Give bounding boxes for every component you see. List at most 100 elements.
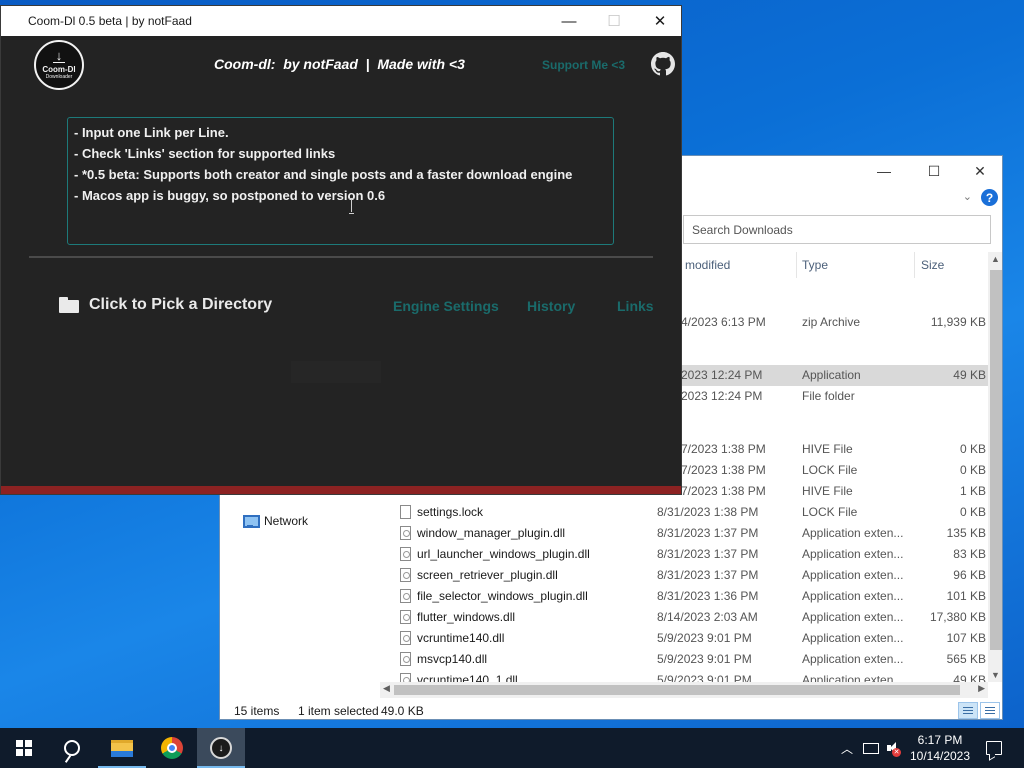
dll-file-icon	[400, 652, 411, 666]
status-bar: 15 items 1 item selected 49.0 KB	[220, 700, 1002, 719]
scroll-left-icon[interactable]: ◀	[383, 683, 390, 694]
file-explorer-taskbar-button[interactable]	[98, 728, 146, 768]
row-name: vcruntime140.dll	[417, 631, 505, 645]
search-input[interactable]: Search Downloads	[683, 215, 991, 244]
dll-file-icon	[400, 673, 411, 682]
app-titlebar[interactable]: Coom-Dl 0.5 beta | by notFaad — ☐ ✕	[1, 6, 681, 36]
table-row[interactable]: screen_retriever_plugin.dll 8/31/2023 1:…	[220, 565, 990, 586]
header-title: Coom-dl: by notFaad | Made with <3	[214, 56, 465, 72]
column-header-size[interactable]: Size	[921, 258, 944, 272]
vertical-scrollbar[interactable]: ▲ ▼	[988, 252, 1002, 682]
row-type: Application exten...	[802, 589, 904, 603]
table-row[interactable]: url_launcher_windows_plugin.dll 8/31/202…	[220, 544, 990, 565]
scrollbar-thumb[interactable]	[394, 685, 960, 695]
scroll-up-icon[interactable]: ▲	[991, 254, 1000, 264]
coom-dl-icon: ↓	[210, 737, 232, 759]
divider	[29, 256, 653, 258]
dll-file-icon	[400, 610, 411, 624]
scrollbar-thumb[interactable]	[990, 270, 1002, 650]
row-size: 0 KB	[959, 463, 986, 477]
minimize-button[interactable]: —	[546, 6, 592, 36]
column-header-modified[interactable]: modified	[685, 258, 730, 272]
ribbon-expand-icon[interactable]: ⌄	[963, 190, 972, 203]
row-date: 8/31/2023 1:37 PM	[657, 526, 759, 540]
row-name: screen_retriever_plugin.dll	[417, 568, 558, 582]
row-date: 8/14/2023 2:03 AM	[657, 610, 758, 624]
row-size: 49 KB	[953, 368, 986, 382]
table-row[interactable]: file_selector_windows_plugin.dll 8/31/20…	[220, 586, 990, 607]
row-type: Application exten...	[802, 652, 904, 666]
row-size: 1 KB	[959, 484, 986, 498]
github-icon[interactable]	[651, 52, 675, 76]
clock[interactable]: 6:17 PM 10/14/2023	[908, 732, 972, 764]
row-size: 0 KB	[959, 442, 986, 456]
explorer-minimize-button[interactable]: —	[861, 156, 907, 186]
maximize-button[interactable]: ☐	[591, 6, 637, 36]
table-row[interactable]: flutter_windows.dll 8/14/2023 2:03 AM Ap…	[220, 607, 990, 628]
window-title: Coom-Dl 0.5 beta | by notFaad	[28, 14, 192, 28]
large-icons-view-icon[interactable]	[980, 702, 1000, 719]
row-type: Application exten...	[802, 526, 904, 540]
explorer-close-button[interactable]: ✕	[957, 156, 1002, 186]
coom-dl-taskbar-button[interactable]: ↓	[197, 728, 245, 768]
search-button[interactable]	[48, 728, 96, 768]
table-row[interactable]: vcruntime140.dll 5/9/2023 9:01 PM Applic…	[220, 628, 990, 649]
support-me-link[interactable]: Support Me <3	[542, 58, 625, 72]
logo-subtext: Downloader	[45, 74, 73, 80]
status-item-count: 15 items	[234, 704, 280, 718]
close-button[interactable]: ✕	[637, 6, 681, 36]
row-size: 101 KB	[946, 589, 986, 603]
chrome-taskbar-button[interactable]	[148, 728, 196, 768]
network-tray-button[interactable]	[860, 728, 882, 768]
table-row[interactable]: msvcp140.dll 5/9/2023 9:01 PM Applicatio…	[220, 649, 990, 670]
hidden-button[interactable]	[291, 361, 381, 383]
row-type: LOCK File	[802, 505, 858, 519]
row-type: zip Archive	[802, 315, 861, 329]
network-tray-icon	[863, 742, 879, 754]
folder-icon	[59, 297, 79, 313]
horizontal-scrollbar[interactable]: ◀ ▶	[380, 682, 988, 698]
row-type: Application exten...	[802, 631, 904, 645]
row-name: vcruntime140_1.dll	[417, 673, 518, 682]
scroll-right-icon[interactable]: ▶	[978, 683, 985, 694]
row-name: flutter_windows.dll	[417, 610, 516, 624]
row-date: 5/9/2023 9:01 PM	[657, 652, 752, 666]
history-tab[interactable]: History	[527, 298, 575, 314]
row-date: 8/31/2023 1:38 PM	[657, 505, 759, 519]
chevron-up-icon: ︿	[840, 741, 853, 756]
links-tab[interactable]: Links	[617, 298, 654, 314]
row-name: file_selector_windows_plugin.dll	[417, 589, 588, 603]
explorer-maximize-button[interactable]: ☐	[911, 156, 957, 186]
details-view-icon[interactable]	[958, 702, 978, 719]
help-icon[interactable]: ?	[981, 189, 998, 206]
windows-icon	[16, 740, 32, 756]
column-header-type[interactable]: Type	[802, 258, 828, 272]
links-placeholder-line: - Macos app is buggy, so postponed to ve…	[74, 188, 386, 203]
links-textarea[interactable]: - Input one Link per Line. - Check 'Link…	[67, 117, 614, 245]
row-date: 7/2023 1:38 PM	[681, 442, 766, 456]
status-selection: 1 item selected	[298, 704, 379, 718]
links-placeholder-line: - Check 'Links' section for supported li…	[74, 146, 336, 161]
show-hidden-icons-button[interactable]: ︿	[838, 728, 856, 768]
engine-settings-tab[interactable]: Engine Settings	[393, 298, 499, 314]
row-date: 8/31/2023 1:37 PM	[657, 568, 759, 582]
dll-file-icon	[400, 631, 411, 645]
start-button[interactable]	[0, 728, 48, 768]
row-type: Application exten...	[802, 547, 904, 561]
table-row[interactable]: window_manager_plugin.dll 8/31/2023 1:37…	[220, 523, 990, 544]
row-name: msvcp140.dll	[417, 652, 488, 666]
notification-icon	[986, 741, 1002, 755]
row-date: 8/31/2023 1:37 PM	[657, 547, 759, 561]
row-name: url_launcher_windows_plugin.dll	[417, 547, 590, 561]
scroll-down-icon[interactable]: ▼	[991, 670, 1000, 680]
dll-file-icon	[400, 568, 411, 582]
row-type: Application exten...	[802, 568, 904, 582]
pick-directory-button[interactable]: Click to Pick a Directory	[59, 296, 272, 314]
table-row[interactable]: settings.lock 8/31/2023 1:38 PM LOCK Fil…	[220, 502, 990, 523]
action-center-button[interactable]	[978, 728, 1010, 768]
status-size: 49.0 KB	[381, 704, 424, 718]
app-logo: ↓ Coom-Dl Downloader	[34, 40, 84, 90]
row-date: 4/2023 6:13 PM	[681, 315, 766, 329]
table-row[interactable]: vcruntime140_1.dll 5/9/2023 9:01 PM Appl…	[220, 670, 990, 682]
row-size: 83 KB	[953, 547, 986, 561]
